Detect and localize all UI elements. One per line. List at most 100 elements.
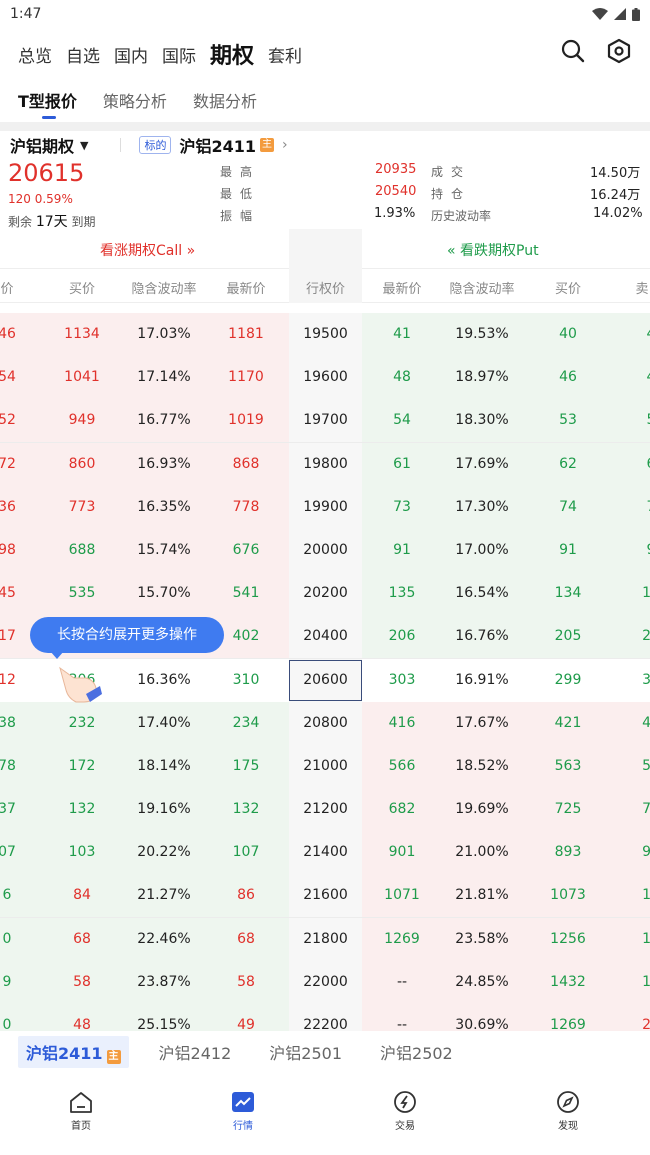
bottom-nav-home[interactable]: 首页 <box>51 1091 111 1132</box>
put-bid: 1269 <box>550 1017 586 1031</box>
call-bid: 58 <box>73 973 91 990</box>
nav-options[interactable]: 期权 <box>210 38 254 70</box>
strike-price: 19600 <box>303 369 348 386</box>
call-put-header: 看涨期权Call » « 看跌期权Put <box>0 229 650 269</box>
compass-icon <box>557 1091 579 1113</box>
column-headers: 价 买价 隐含波动率 最新价 行权价 最新价 隐含波动率 买价 卖 <box>0 269 650 303</box>
battery-icon <box>632 7 640 21</box>
contract-tab-2501[interactable]: 沪铝2501 <box>261 1036 350 1068</box>
section-divider <box>0 122 650 131</box>
nav-watchlist[interactable]: 自选 <box>66 42 100 67</box>
put-header[interactable]: « 看跌期权Put <box>447 240 539 260</box>
search-icon[interactable] <box>560 38 586 64</box>
put-iv: 21.81% <box>455 887 509 904</box>
table-row[interactable]: 6 84 21.27% 86 21600 1071 21.81% 1073 10 <box>0 874 650 918</box>
bottom-nav-trade[interactable]: 交易 <box>375 1091 435 1132</box>
table-row[interactable]: 78 172 18.14% 175 21000 566 18.52% 563 57 <box>0 744 650 789</box>
call-ask: 98 <box>0 541 16 558</box>
put-ask: 9 <box>636 529 650 572</box>
nav-overview[interactable]: 总览 <box>18 42 52 67</box>
underlying-change: 120 0.59% <box>8 192 73 206</box>
put-last: 303 <box>388 671 416 688</box>
strike-price: 21000 <box>303 757 348 774</box>
tab-data[interactable]: 数据分析 <box>193 80 257 112</box>
strike-price: 21200 <box>303 801 348 818</box>
chevron-right-icon[interactable]: › <box>282 137 288 153</box>
call-bid: 132 <box>68 801 96 818</box>
table-row[interactable]: 36 773 16.35% 778 19900 73 17.30% 74 7 <box>0 485 650 529</box>
put-bid: 62 <box>559 455 577 472</box>
call-iv: 21.27% <box>137 887 191 904</box>
table-row[interactable]: 9 58 23.87% 58 22000 -- 24.85% 1432 14 <box>0 960 650 1004</box>
underlying-name[interactable]: 沪铝2411 <box>179 133 256 157</box>
put-iv: 19.53% <box>455 326 509 342</box>
call-bid: 535 <box>68 585 96 602</box>
call-ask: 36 <box>0 498 16 515</box>
amp-label: 振幅 <box>220 209 261 223</box>
trade-icon <box>394 1091 416 1113</box>
table-row[interactable]: 52 949 16.77% 1019 19700 54 18.30% 53 5 <box>0 399 650 443</box>
col-put-bid: 买价 <box>554 282 581 297</box>
table-row[interactable]: 07 103 20.22% 107 21400 901 21.00% 893 90 <box>0 831 650 875</box>
put-last: 901 <box>388 844 416 861</box>
caret-down-icon[interactable]: ▼ <box>80 139 88 152</box>
table-row[interactable]: 38 232 17.40% 234 20800 416 17.67% 421 42 <box>0 701 650 745</box>
put-iv: 17.30% <box>455 498 509 515</box>
tab-strategy[interactable]: 策略分析 <box>103 80 167 112</box>
put-ask: 7 <box>636 486 650 529</box>
put-bid: 46 <box>559 369 577 386</box>
call-bid: 68 <box>73 930 91 947</box>
bottom-nav-market[interactable]: 行情 <box>213 1091 273 1132</box>
put-iv: 23.58% <box>455 930 509 947</box>
table-row[interactable]: 46 1134 17.03% 1181 19500 41 19.53% 40 4 <box>0 313 650 357</box>
table-row[interactable]: 45 535 15.70% 541 20200 135 16.54% 134 13 <box>0 572 650 616</box>
call-bid: 773 <box>68 498 96 515</box>
bottom-nav-discover[interactable]: 发现 <box>538 1091 598 1132</box>
main-contract-badge: 主 <box>106 1050 121 1064</box>
product-selector[interactable]: 沪铝期权 <box>10 133 74 157</box>
table-row[interactable]: 0 68 22.46% 68 21800 1269 23.58% 1256 12 <box>0 917 650 961</box>
call-ask: 07 <box>0 844 16 861</box>
call-iv: 16.93% <box>137 455 191 472</box>
strike-price: 19500 <box>303 326 348 342</box>
status-bar: 1:47 <box>0 0 650 28</box>
strike-price: 19800 <box>303 455 348 472</box>
nav-international[interactable]: 国际 <box>162 42 196 67</box>
put-last: 1071 <box>384 887 420 904</box>
call-header[interactable]: 看涨期权Call » <box>100 240 195 260</box>
call-ask: 72 <box>0 455 16 472</box>
nav-domestic[interactable]: 国内 <box>114 42 148 67</box>
call-last: 868 <box>232 455 260 472</box>
put-ask: 6 <box>636 443 650 486</box>
low-value: 20540 <box>375 184 417 199</box>
table-row[interactable]: 54 1041 17.14% 1170 19600 48 18.97% 46 4 <box>0 356 650 400</box>
call-iv: 17.03% <box>137 326 191 342</box>
put-last: -- <box>396 973 408 990</box>
call-ask: 9 <box>2 973 12 990</box>
table-row[interactable]: 72 860 16.93% 868 19800 61 17.69% 62 6 <box>0 442 650 486</box>
put-ask: 13 <box>642 585 650 602</box>
call-last: 58 <box>237 973 255 990</box>
oi-value: 16.24万 <box>590 188 641 203</box>
put-last: 1269 <box>384 930 420 947</box>
status-time: 1:47 <box>10 6 42 22</box>
contract-tab-2411-label: 沪铝2411 <box>26 1044 103 1063</box>
settings-icon[interactable] <box>606 38 632 64</box>
hv-value: 14.02% <box>593 206 643 221</box>
table-row[interactable]: 37 132 19.16% 132 21200 682 19.69% 725 73 <box>0 788 650 832</box>
volume-label: 成交 <box>431 165 472 179</box>
nav-arbitrage[interactable]: 套利 <box>268 42 302 67</box>
strike-price: 20400 <box>303 628 348 645</box>
contract-tab-2502[interactable]: 沪铝2502 <box>372 1036 461 1068</box>
contract-tab-2411[interactable]: 沪铝2411 主 <box>18 1036 129 1068</box>
put-ask: 42 <box>642 714 650 731</box>
call-iv: 15.74% <box>137 541 191 558</box>
table-row[interactable]: 0 48 25.15% 49 22200 -- 30.69% 1269 22 <box>0 1004 650 1031</box>
put-bid: 725 <box>554 801 582 818</box>
put-iv: 21.00% <box>455 844 509 861</box>
contract-tab-2412[interactable]: 沪铝2412 <box>151 1036 240 1068</box>
put-last: 54 <box>393 412 411 429</box>
table-row[interactable]: 98 688 15.74% 676 20000 91 17.00% 91 9 <box>0 528 650 573</box>
tab-t-quote[interactable]: T型报价 <box>18 80 77 112</box>
bottom-nav-discover-label: 发现 <box>558 1121 578 1132</box>
